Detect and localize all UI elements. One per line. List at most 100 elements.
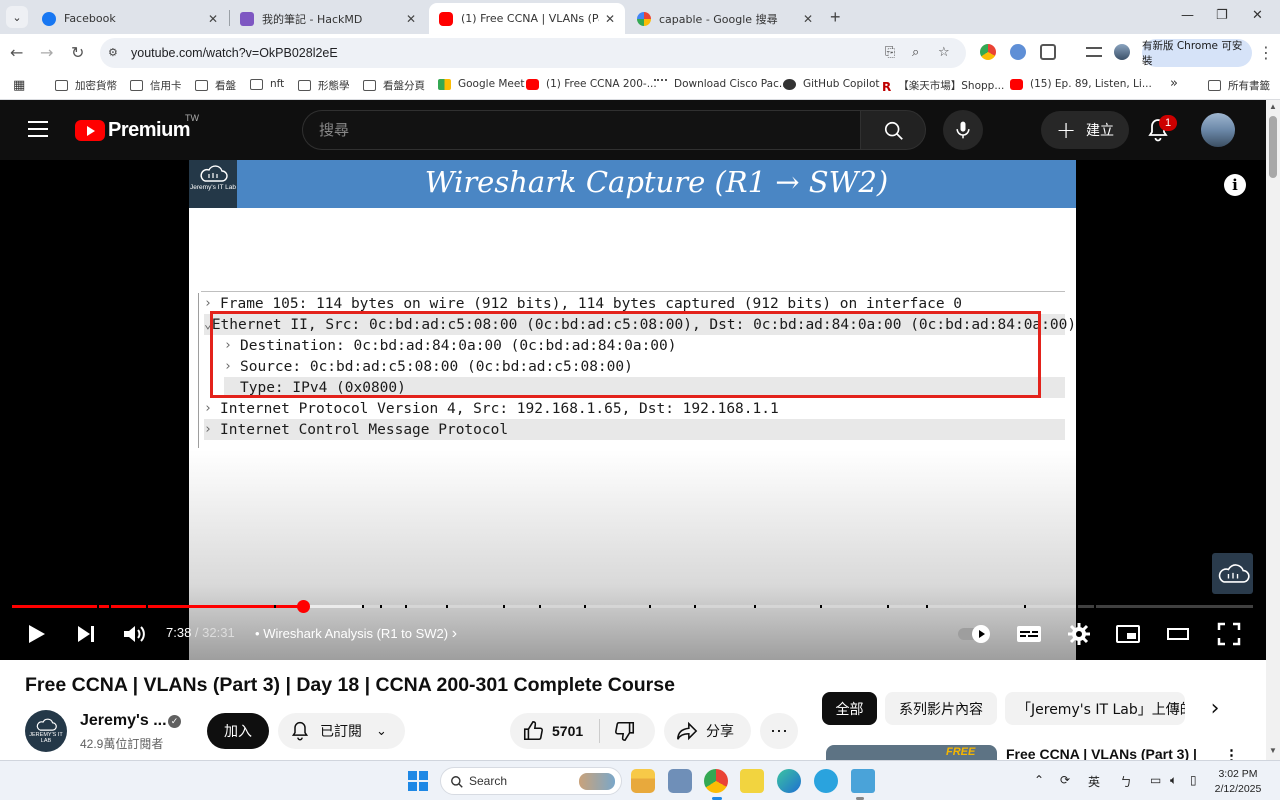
youtube-search-box[interactable] xyxy=(302,110,860,150)
address-bar[interactable]: ⚙ youtube.com/watch?v=OkPB028l2eE ⎘ ⌕ ☆ xyxy=(100,38,966,68)
filter-chip-series[interactable]: 系列影片內容 xyxy=(885,692,997,725)
progress-bar[interactable] xyxy=(12,600,1253,613)
menu-hamburger-icon[interactable] xyxy=(28,121,48,137)
sync-icon[interactable]: ⟳ xyxy=(1060,773,1070,787)
filters-next-arrow-icon[interactable]: › xyxy=(1203,692,1227,725)
bookmark-star-icon[interactable]: ☆ xyxy=(938,45,950,60)
account-avatar[interactable] xyxy=(1201,113,1235,147)
tray-overflow-chevron-icon[interactable]: ⌃ xyxy=(1034,773,1044,787)
forward-arrow-icon[interactable]: → xyxy=(40,43,53,62)
next-icon[interactable] xyxy=(75,622,97,646)
edge-icon[interactable] xyxy=(777,769,801,793)
window-close-icon[interactable]: ✕ xyxy=(1252,8,1263,23)
scroll-down-arrow-icon[interactable]: ▼ xyxy=(1269,746,1277,755)
scrollbar-thumb[interactable] xyxy=(1269,116,1277,178)
bookmark-item[interactable]: nft xyxy=(250,78,284,90)
bookmark-item[interactable]: GitHub Copilot xyxy=(783,78,880,90)
subscribed-button[interactable]: 已訂閱 ⌄ xyxy=(278,713,405,749)
taskbar-search[interactable]: Search xyxy=(440,767,622,795)
chrome-extension-icon[interactable] xyxy=(980,44,996,60)
miniplayer-icon[interactable] xyxy=(1115,622,1141,646)
minimize-icon[interactable]: — xyxy=(1181,8,1194,23)
bookmark-item[interactable]: R 【楽天市場】Shopp... xyxy=(882,78,1004,94)
filter-chip-all[interactable]: 全部 xyxy=(822,692,877,725)
channel-name[interactable]: Jeremy's ... xyxy=(80,712,167,730)
bookmark-item[interactable]: (15) Ep. 89, Listen, Li... xyxy=(1010,78,1152,90)
bookmark-item[interactable]: 加密貨幣 xyxy=(55,78,117,93)
bookmark-item[interactable]: Google Meet xyxy=(438,78,524,90)
bookmark-item[interactable]: (1) Free CCNA 200-... xyxy=(526,78,657,90)
chapter-title[interactable]: • Wireshark Analysis (R1 to SW2) › xyxy=(255,625,457,643)
restore-icon[interactable]: ❐ xyxy=(1216,8,1228,23)
notepad-icon[interactable] xyxy=(851,769,875,793)
volume-icon[interactable] xyxy=(122,622,148,646)
filter-chip-channel[interactable]: 「Jeremy's IT Lab」上傳的 xyxy=(1005,692,1185,725)
youtube-brand-text[interactable]: Premium xyxy=(108,119,191,142)
more-actions-button[interactable]: ⋯ xyxy=(760,713,798,749)
join-button[interactable]: 加入 xyxy=(207,713,269,749)
ime-mode[interactable]: ㄅ xyxy=(1120,773,1132,790)
channel-avatar[interactable]: JEREMY'S IT LAB xyxy=(25,710,67,752)
new-tab-button[interactable]: + xyxy=(830,7,841,28)
autoplay-toggle-icon[interactable] xyxy=(957,622,993,646)
theater-mode-icon[interactable] xyxy=(1166,622,1190,646)
bookmarks-overflow-button[interactable]: » xyxy=(1170,76,1178,91)
install-app-icon[interactable]: ⎘ xyxy=(885,45,895,60)
tab-facebook[interactable]: Facebook ✕ xyxy=(32,3,228,34)
chrome-taskbar-icon[interactable] xyxy=(704,769,728,793)
info-icon[interactable]: i xyxy=(1224,174,1246,196)
scroll-up-arrow-icon[interactable]: ▲ xyxy=(1269,102,1277,111)
telegram-icon[interactable] xyxy=(814,769,838,793)
recommended-thumbnail[interactable]: FREE xyxy=(826,745,997,760)
voice-search-button[interactable] xyxy=(943,110,983,150)
close-tab-icon[interactable]: ✕ xyxy=(208,12,218,26)
close-tab-icon[interactable]: ✕ xyxy=(605,12,615,26)
share-button[interactable]: 分享 xyxy=(664,713,751,749)
battery-icon[interactable]: ▯ xyxy=(1190,773,1197,787)
app-icon[interactable] xyxy=(740,769,764,793)
bookmark-item[interactable]: 看盤分頁 xyxy=(363,78,425,93)
clock[interactable]: 3:02 PM 2/12/2025 xyxy=(1210,767,1266,797)
bookmark-item[interactable]: 看盤 xyxy=(195,78,236,93)
channel-watermark[interactable] xyxy=(1212,553,1253,594)
youtube-logo-icon[interactable] xyxy=(75,120,105,141)
media-controls-icon[interactable] xyxy=(1086,47,1102,57)
play-icon[interactable] xyxy=(26,622,48,646)
all-bookmarks[interactable]: 所有書籤 xyxy=(1208,78,1270,93)
windows-start-icon[interactable] xyxy=(408,771,428,791)
close-tab-icon[interactable]: ✕ xyxy=(803,12,813,26)
close-tab-icon[interactable]: ✕ xyxy=(406,12,416,26)
like-button[interactable]: 5701 xyxy=(510,719,600,743)
bookmark-item[interactable]: Download Cisco Pac... xyxy=(654,78,789,90)
settings-gear-icon[interactable] xyxy=(1067,622,1091,646)
video-player[interactable]: Jeremy's IT Lab Wireshark Capture (R1 → … xyxy=(0,160,1266,660)
network-icon[interactable]: ▭ xyxy=(1150,773,1161,787)
chrome-update-button[interactable]: 有新版 Chrome 可安裝 xyxy=(1142,39,1252,67)
chrome-menu-icon[interactable]: ⋮ xyxy=(1258,43,1274,62)
dislike-button[interactable] xyxy=(600,720,636,742)
subtitles-icon[interactable] xyxy=(1016,622,1042,646)
bookmark-item[interactable]: 信用卡 xyxy=(130,78,182,93)
youtube-search-input[interactable] xyxy=(319,121,839,139)
speaker-icon[interactable]: 🔈︎ xyxy=(1170,773,1177,788)
url-text[interactable]: youtube.com/watch?v=OkPB028l2eE xyxy=(131,46,338,60)
site-info-icon[interactable]: ⚙ xyxy=(108,46,118,59)
lens-extension-icon[interactable] xyxy=(1010,44,1026,60)
page-scrollbar[interactable]: ▲ ▼ xyxy=(1266,100,1280,760)
apps-grid-icon[interactable]: ▦ xyxy=(13,78,25,93)
reload-icon[interactable]: ↻ xyxy=(71,43,84,62)
youtube-search-button[interactable] xyxy=(860,110,926,150)
bookmark-item[interactable]: 形態學 xyxy=(298,78,350,93)
app-icon[interactable] xyxy=(668,769,692,793)
profile-avatar-icon[interactable] xyxy=(1114,44,1130,60)
tab-search-button[interactable]: ⌄ xyxy=(6,6,28,28)
tab-youtube-active[interactable]: (1) Free CCNA | VLANs (Part 3) | ✕ xyxy=(429,3,625,34)
input-language[interactable]: 英 xyxy=(1088,773,1100,790)
extensions-puzzle-icon[interactable] xyxy=(1040,44,1056,60)
zoom-icon[interactable]: ⌕ xyxy=(912,45,919,60)
create-button[interactable]: + 建立 xyxy=(1041,111,1129,149)
file-explorer-icon[interactable] xyxy=(631,769,655,793)
fullscreen-icon[interactable] xyxy=(1217,622,1241,646)
tab-hackmd[interactable]: 我的筆記 - HackMD ✕ xyxy=(230,3,426,34)
back-arrow-icon[interactable]: ← xyxy=(10,43,23,62)
